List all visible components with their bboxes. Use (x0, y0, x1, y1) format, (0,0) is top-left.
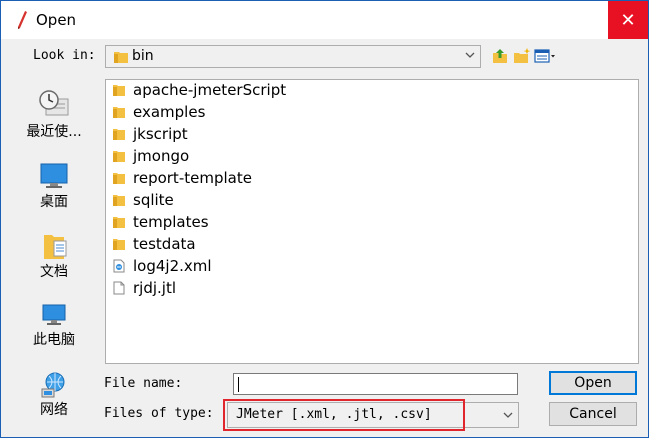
place-recent[interactable]: 最近使... (11, 87, 95, 149)
place-desktop[interactable]: 桌面 (11, 159, 95, 211)
files-of-type-label: Files of type: (104, 406, 214, 421)
places-bar: 最近使... 桌面 文档 此电脑 网络 (11, 79, 95, 429)
place-documents[interactable]: 文档 (11, 229, 95, 281)
place-label-network: 网络 (40, 402, 68, 418)
list-item[interactable]: apache-jmeterScript (112, 80, 286, 100)
this-pc-icon (42, 304, 66, 325)
file-name: examples (133, 103, 206, 121)
list-item[interactable]: testdata (112, 234, 196, 254)
file-name-input[interactable] (233, 373, 518, 395)
list-item[interactable]: sqlite (112, 190, 174, 210)
feather-icon (18, 11, 27, 29)
chevron-down-icon (465, 52, 475, 58)
list-item[interactable]: log4j2.xml (112, 256, 212, 276)
list-item[interactable]: jkscript (112, 124, 188, 144)
place-this-pc[interactable]: 此电脑 (11, 299, 95, 351)
list-view-icon (534, 49, 555, 63)
file-name: sqlite (133, 191, 174, 209)
close-icon: ✕ (620, 9, 636, 31)
folder-icon (113, 195, 125, 206)
window-title: Open (36, 11, 77, 29)
file-list[interactable]: apache-jmeterScript examples jkscript jm… (105, 79, 639, 364)
xml-file-icon (113, 259, 125, 273)
list-item[interactable]: examples (112, 102, 205, 122)
folder-icon (114, 52, 128, 63)
file-name-label: File name: (104, 376, 183, 391)
chevron-down-icon (503, 412, 513, 418)
look-in-label: Look in: (33, 48, 96, 63)
new-folder-icon (514, 48, 531, 63)
look-in-combo[interactable]: bin (105, 45, 481, 68)
network-icon (41, 372, 65, 398)
desktop-icon (40, 163, 68, 188)
file-icon (113, 281, 125, 295)
documents-icon (44, 235, 67, 259)
file-name: rjdj.jtl (133, 279, 177, 297)
place-label-this-pc: 此电脑 (33, 332, 75, 348)
up-folder-icon (493, 49, 507, 63)
file-name: apache-jmeterScript (133, 81, 287, 99)
file-name: jmongo (133, 147, 190, 165)
list-item[interactable]: templates (112, 212, 209, 232)
annotation-highlight-box (223, 399, 465, 431)
file-name: report-template (133, 169, 252, 187)
folder-icon (113, 151, 125, 162)
recent-items-icon (39, 90, 69, 116)
folder-icon (113, 85, 125, 96)
folder-icon (113, 173, 125, 184)
folder-icon (113, 239, 125, 250)
folder-icon (113, 107, 125, 118)
open-dialog: Open ✕ Look in: bin 最近使... 桌面 文档 此电脑 网络 … (0, 0, 649, 438)
place-label-documents: 文档 (40, 264, 68, 280)
open-button[interactable]: Open (549, 371, 637, 395)
place-label-recent: 最近使... (26, 124, 82, 140)
up-one-level-button[interactable] (490, 46, 510, 66)
look-in-value: bin (132, 48, 154, 64)
place-label-desktop: 桌面 (40, 194, 68, 210)
title-bar: Open ✕ (1, 1, 648, 39)
file-name: testdata (133, 235, 196, 253)
folder-icon (113, 129, 125, 140)
view-menu-button[interactable] (534, 46, 556, 66)
file-name: templates (133, 213, 209, 231)
cancel-button[interactable]: Cancel (549, 402, 637, 426)
file-name: log4j2.xml (133, 257, 212, 275)
file-name: jkscript (133, 125, 188, 143)
text-caret (238, 377, 239, 392)
place-network[interactable]: 网络 (11, 369, 95, 421)
close-button[interactable]: ✕ (608, 1, 648, 39)
new-folder-button[interactable] (512, 46, 532, 66)
folder-icon (113, 217, 125, 228)
list-item[interactable]: report-template (112, 168, 252, 188)
list-item[interactable]: rjdj.jtl (112, 278, 176, 298)
list-item[interactable]: jmongo (112, 146, 189, 166)
